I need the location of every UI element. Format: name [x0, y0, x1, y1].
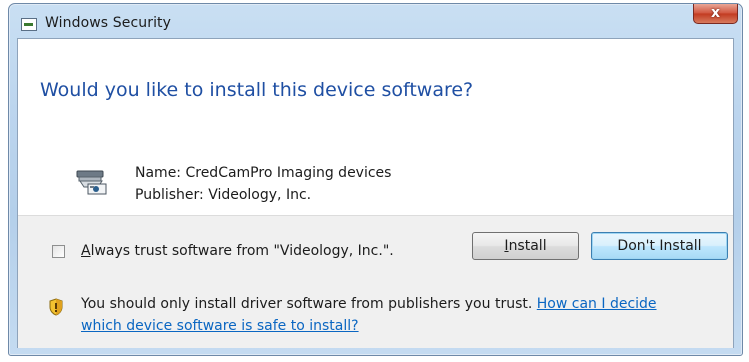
warning-message: You should only install driver software …: [81, 293, 701, 337]
always-trust-label[interactable]: Always trust software from "Videology, I…: [81, 243, 394, 259]
close-button[interactable]: x: [693, 4, 738, 24]
title-bar[interactable]: Windows Security x: [9, 4, 742, 38]
window-security-icon: [21, 18, 37, 31]
always-trust-accelerator: A: [81, 243, 91, 259]
always-trust-checkbox[interactable]: [52, 245, 65, 258]
window-title: Windows Security: [45, 15, 172, 31]
always-trust-label-text: lways trust software from "Videology, In…: [90, 243, 394, 259]
dont-install-button[interactable]: Don't Install: [591, 232, 728, 260]
warning-text: You should only install driver software …: [81, 296, 533, 312]
dialog-heading: Would you like to install this device so…: [40, 79, 474, 101]
shield-warning-icon: [49, 298, 63, 316]
install-button[interactable]: Install: [472, 232, 579, 260]
device-name: Name: CredCamPro Imaging devices: [135, 165, 392, 181]
dialog-window: Windows Security x Would you like to ins…: [8, 3, 743, 356]
install-label-text: nstall: [508, 238, 547, 254]
device-driver-icon: [76, 170, 107, 195]
device-publisher: Publisher: Videology, Inc.: [135, 187, 312, 203]
dialog-content: Would you like to install this device so…: [17, 38, 734, 348]
